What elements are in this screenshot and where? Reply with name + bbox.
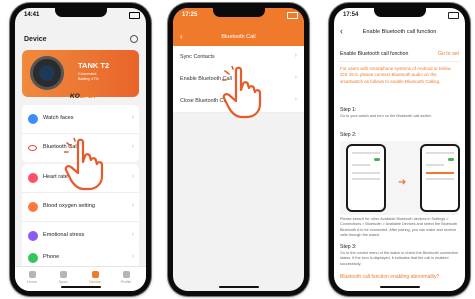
divider <box>338 61 461 62</box>
phone-illustration-1 <box>346 144 386 212</box>
step-3-label: Step 3: <box>340 244 357 250</box>
mini-screen <box>348 146 384 210</box>
phone-icon <box>28 253 38 263</box>
status-time: 17:54 <box>343 12 359 18</box>
sport-icon <box>59 271 67 278</box>
pointing-hand-icon <box>222 66 262 119</box>
tab-label: Sport <box>58 280 68 284</box>
mini-line <box>426 178 454 180</box>
battery-icon <box>448 12 459 19</box>
profile-icon <box>122 271 130 278</box>
device-status: Connected Battery 47% <box>78 72 128 82</box>
settings-illustration: ➜ <box>340 141 460 215</box>
watch-icon <box>91 271 99 278</box>
blood-oxygen-icon <box>28 202 38 212</box>
menu-item-blood-oxygen[interactable]: Blood oxygen setting › <box>22 193 139 222</box>
step-3-text: Go to the control menu of the watch to c… <box>340 251 459 266</box>
mini-line-highlight <box>426 172 454 174</box>
screen: 17:25 ‹ Bluetooth Call Sync Contacts › E… <box>173 8 304 291</box>
bluetooth-call-icon <box>28 145 37 151</box>
smartwatch-image <box>30 56 64 90</box>
chevron-right-icon: › <box>131 173 134 180</box>
tab-label: Profile <box>120 280 132 284</box>
tab-label: Home <box>26 280 38 284</box>
pointing-hand-icon <box>64 138 104 191</box>
phone-notch <box>373 8 426 17</box>
menu-label: Phone <box>43 254 60 260</box>
chevron-right-icon: › <box>131 114 134 121</box>
watch-face-icon <box>28 114 38 124</box>
brand-logo: KOSPET <box>70 93 97 100</box>
home-icon <box>28 271 36 278</box>
device-name: TANK T2 <box>78 61 110 70</box>
step-2-text: Please search for other Available Blueto… <box>340 217 458 237</box>
brand-suffix: SPET <box>79 93 97 100</box>
tab-sport[interactable]: Sport <box>52 271 74 284</box>
chevron-right-icon: › <box>294 52 297 59</box>
home-indicator <box>218 286 259 288</box>
chevron-right-icon: › <box>131 253 134 260</box>
mini-line <box>426 152 454 154</box>
tab-label: Device <box>89 280 101 284</box>
menu-label: Emotional stress <box>43 232 85 238</box>
chevron-right-icon: › <box>131 231 134 238</box>
mini-line <box>352 152 380 154</box>
menu-label: Blood oxygen setting <box>43 203 95 209</box>
mini-line <box>352 164 370 166</box>
heart-icon <box>28 173 38 183</box>
battery-icon <box>129 12 140 19</box>
menu-label: Watch faces <box>43 115 74 121</box>
mini-line <box>352 178 380 180</box>
tab-profile[interactable]: Profile <box>115 271 137 284</box>
gear-icon[interactable] <box>130 35 138 43</box>
chevron-right-icon: › <box>131 202 134 209</box>
step-1-label: Step 1: <box>340 107 357 113</box>
header-bar: ‹ Enable Bluetooth call function <box>334 23 465 43</box>
phone-bluetooth-call-screen: 17:25 ‹ Bluetooth Call Sync Contacts › E… <box>168 3 309 296</box>
mini-line <box>426 164 444 166</box>
phone-enable-guide-screen: 17:54 ‹ Enable Bluetooth call function E… <box>329 3 470 296</box>
menu-item-watch-faces[interactable]: Watch faces › <box>22 105 139 134</box>
abnormality-link[interactable]: Bluetooth call function enabling abnorma… <box>340 274 439 280</box>
step-1-text: Go to your watch and turn on the Bluetoo… <box>340 114 432 118</box>
battery-icon <box>287 12 298 19</box>
home-indicator <box>379 286 420 288</box>
page-title: Enable Bluetooth call function <box>362 29 437 35</box>
arrow-right-icon: ➜ <box>398 177 407 188</box>
phone-notch <box>212 8 265 17</box>
phone-notch <box>54 8 107 17</box>
go-to-set-link[interactable]: Go to set <box>438 51 459 57</box>
mini-line <box>352 172 380 174</box>
chevron-right-icon: › <box>294 74 297 81</box>
status-time: 14:41 <box>24 12 40 18</box>
brand-prefix: KO <box>70 93 80 100</box>
stress-icon <box>28 231 38 241</box>
phone-illustration-2 <box>420 144 460 212</box>
toggle-icon <box>448 158 454 161</box>
step-2-label: Step 2: <box>340 132 357 138</box>
battery-status: Battery 47% <box>78 77 99 81</box>
page-title: Device <box>24 36 47 43</box>
mini-screen <box>422 146 458 210</box>
section-subtitle: Enable Bluetooth call function <box>340 51 409 57</box>
tab-home[interactable]: Home <box>21 271 43 284</box>
home-indicator <box>60 286 101 288</box>
tab-device[interactable]: Device <box>84 271 106 284</box>
page-title: Bluetooth Call <box>221 34 256 40</box>
status-time: 17:25 <box>182 12 198 18</box>
screen: 17:54 ‹ Enable Bluetooth call function E… <box>334 8 465 291</box>
intro-text: For users with smartphone systems of And… <box>340 66 451 84</box>
chevron-right-icon: › <box>131 143 134 150</box>
toggle-icon <box>374 158 380 161</box>
chevron-right-icon: › <box>294 96 297 103</box>
row-label: Sync Contacts <box>180 54 215 60</box>
device-card[interactable]: TANK T2 Connected Battery 47% <box>22 50 139 97</box>
